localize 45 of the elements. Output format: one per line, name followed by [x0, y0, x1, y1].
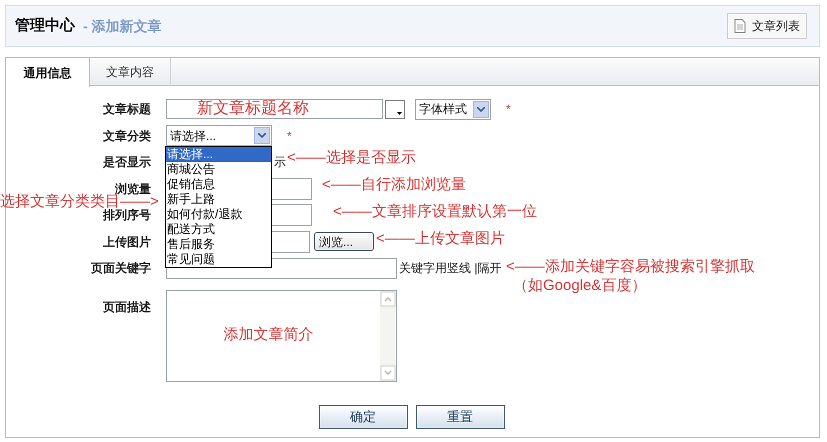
annotation-text: 选择文章分类类目——> [0, 194, 159, 210]
tab[interactable]: 通用信息 [6, 58, 90, 87]
page-subtitle: - 添加新文章 [83, 16, 162, 36]
category-select[interactable]: 请选择... [166, 125, 272, 146]
annotation-text: <——上传文章图片 [376, 231, 505, 247]
color-picker[interactable] [385, 100, 405, 119]
keywords-hint: 关键字用竖线 |隔开 [399, 260, 502, 278]
annotation-text: <——文章排序设置默认第一位 [333, 204, 537, 220]
dropdown-option[interactable]: 促销信息 [166, 177, 271, 192]
form-button[interactable]: 重置 [416, 404, 504, 428]
field-label: 页面关键字 [90, 260, 151, 278]
form-button[interactable]: 确定 [318, 404, 408, 428]
tab[interactable]: 文章内容 [90, 58, 171, 86]
field-label: 上传图片 [102, 234, 151, 251]
annotation-text: （如Google&百度） [513, 278, 646, 294]
field-label: 排列序号 [102, 208, 151, 224]
scroll-down-icon[interactable] [380, 364, 396, 380]
document-icon [734, 19, 746, 33]
placeholder-text: 添加文章简介 [224, 325, 314, 346]
font-style-select[interactable]: 字体样式 [415, 98, 491, 120]
annotation-text: <——添加关键字容易被搜索引擎抓取 [506, 259, 755, 275]
article-list-button[interactable]: 文章列表 [727, 13, 807, 39]
scroll-up-icon[interactable] [380, 290, 396, 306]
required-mark: * [506, 101, 511, 118]
annotation-text: <——选择是否显示 [287, 150, 416, 166]
dropdown-option[interactable]: 如何付款/退款 [166, 207, 271, 222]
dropdown-option[interactable]: 商城公告 [166, 162, 271, 177]
annotation-text: <——自行添加浏览量 [322, 177, 466, 193]
dropdown-option[interactable]: 请选择... [166, 147, 271, 162]
page-title: 管理中心 [15, 16, 75, 36]
option-text: 示 [274, 154, 286, 172]
description-textarea[interactable]: 添加文章简介 [166, 290, 397, 382]
field-label: 文章标题 [102, 101, 151, 118]
field-label: 是否显示 [102, 154, 151, 172]
scrollbar[interactable] [380, 290, 396, 380]
browse-button[interactable]: 浏览... [314, 232, 374, 252]
dropdown-option[interactable]: 售后服务 [166, 237, 271, 252]
dropdown-option[interactable]: 新手上路 [166, 192, 271, 207]
dropdown-option[interactable]: 配送方式 [166, 222, 271, 237]
field-label: 页面描述 [102, 298, 151, 316]
required-mark: * [287, 128, 292, 145]
caret-icon [397, 112, 402, 115]
dropdown-option[interactable]: 常见问题 [166, 252, 271, 267]
field-label: 文章分类 [102, 128, 151, 145]
field-label: 浏览量 [115, 180, 151, 196]
